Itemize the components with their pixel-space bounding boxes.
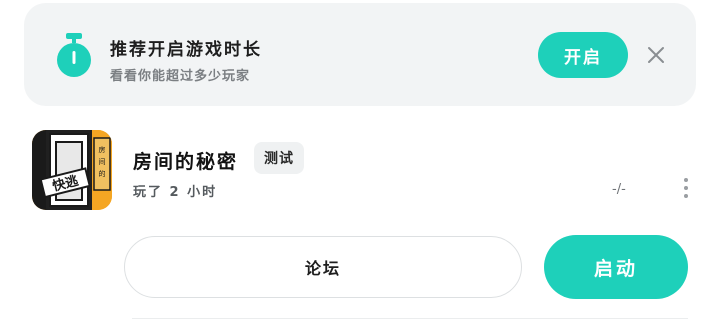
test-badge: 测试 bbox=[254, 142, 304, 174]
launch-button[interactable]: 启动 bbox=[544, 235, 688, 299]
timer-icon bbox=[57, 33, 91, 77]
svg-text:的: 的 bbox=[99, 169, 106, 178]
game-art: 房 间 的 快逃 bbox=[32, 130, 112, 210]
game-thumbnail[interactable]: 房 间 的 快逃 bbox=[32, 130, 112, 210]
playtime-banner: 推荐开启游戏时长 看看你能超过多少玩家 开启 bbox=[24, 3, 696, 106]
more-vertical-icon[interactable] bbox=[680, 177, 692, 199]
rating-value: -/- bbox=[612, 182, 626, 197]
banner-title: 推荐开启游戏时长 bbox=[110, 40, 262, 60]
svg-text:间: 间 bbox=[99, 158, 106, 166]
svg-text:房: 房 bbox=[99, 145, 106, 154]
enable-button[interactable]: 开启 bbox=[538, 32, 628, 78]
forum-button[interactable]: 论坛 bbox=[124, 236, 522, 298]
banner-subtitle: 看看你能超过多少玩家 bbox=[110, 69, 251, 84]
divider bbox=[132, 318, 688, 319]
game-card: 推荐开启游戏时长 看看你能超过多少玩家 开启 房 间 的 快逃 房间的秘密 测试… bbox=[0, 0, 720, 325]
close-icon[interactable] bbox=[644, 43, 668, 67]
play-time: 玩了 2 小时 bbox=[133, 185, 218, 200]
game-title: 房间的秘密 bbox=[133, 151, 239, 173]
